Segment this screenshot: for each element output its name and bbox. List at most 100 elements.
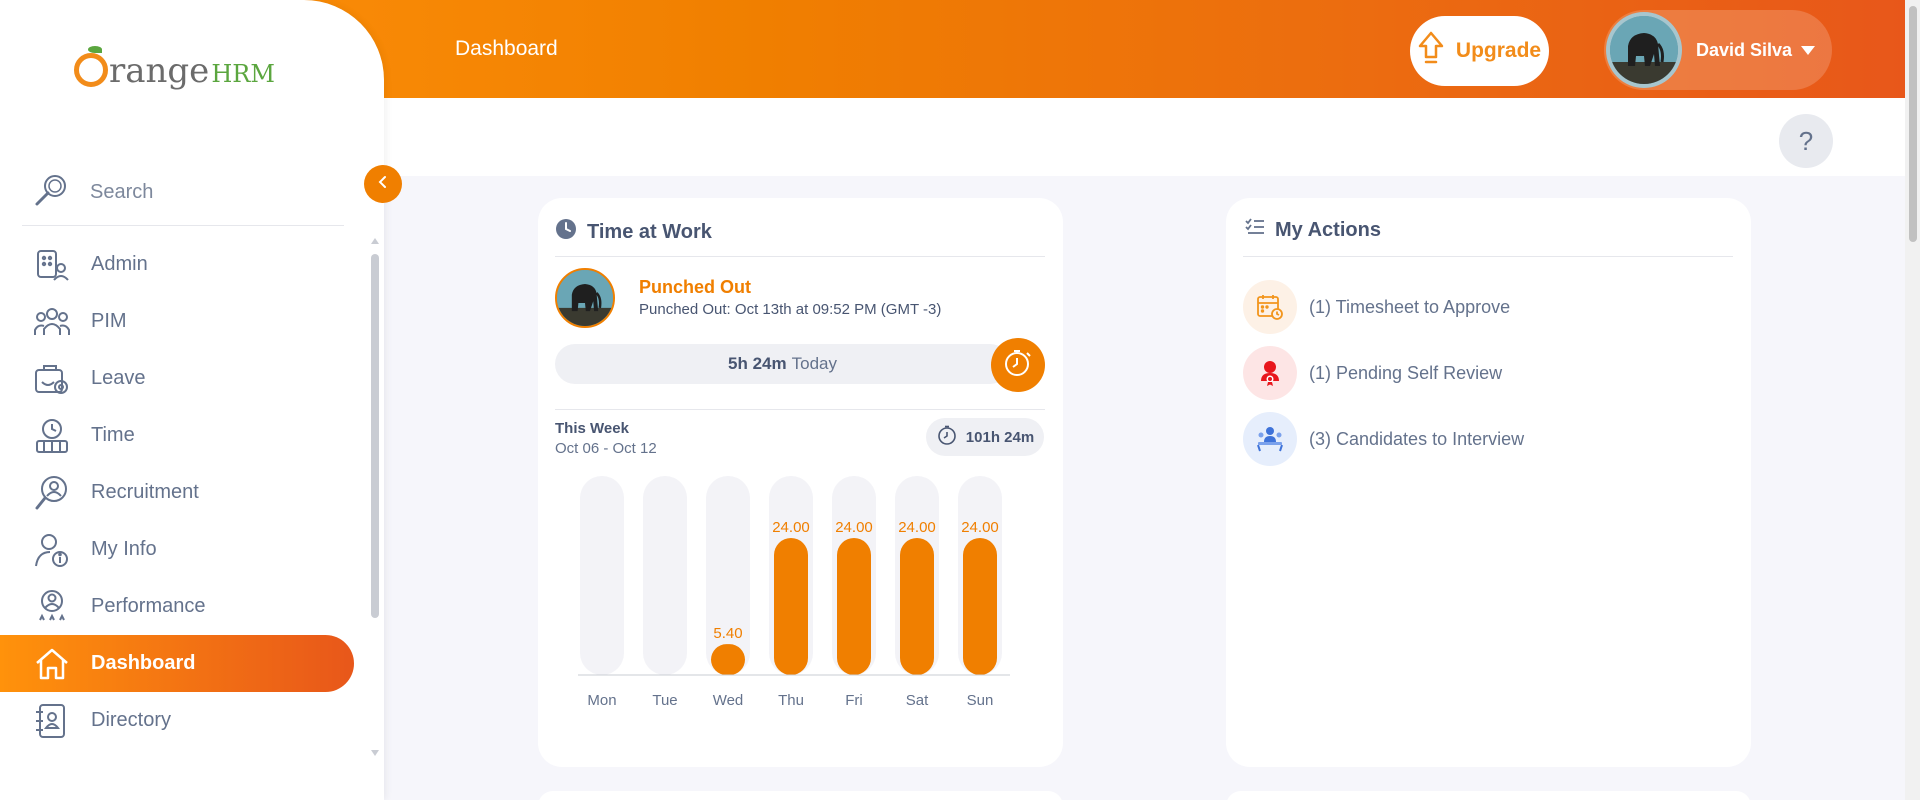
sidebar-item-label: Admin — [91, 253, 148, 275]
stopwatch-icon — [936, 424, 958, 450]
sidebar-item-pim[interactable]: PIM — [0, 293, 360, 350]
my-actions-card: My Actions (1) Timesheet to Approve (1) … — [1226, 198, 1751, 767]
sidebar-item-label: Time — [91, 424, 135, 446]
sidebar-item-label: My Info — [91, 538, 157, 560]
x-tick-label: Fri — [845, 692, 863, 709]
user-name: David Silva — [1696, 39, 1793, 60]
bar-track — [580, 476, 624, 675]
collapse-sidebar-button[interactable] — [364, 165, 402, 203]
bar — [837, 538, 871, 675]
sidebar-item-admin[interactable]: Admin — [0, 236, 360, 293]
home-icon — [34, 646, 70, 682]
sidebar-item-label: Recruitment — [91, 481, 199, 503]
sidebar-search — [22, 160, 344, 226]
recruitment-icon — [34, 475, 70, 511]
x-tick-label: Thu — [778, 692, 804, 709]
interview-icon — [1243, 412, 1297, 466]
help-button[interactable]: ? — [1779, 114, 1833, 168]
next-card — [1226, 791, 1751, 800]
upgrade-arrow-icon — [1418, 31, 1444, 72]
sidebar-nav: Admin PIM Leave Time Recruitment My Info… — [0, 236, 360, 749]
card-title: My Actions — [1245, 218, 1381, 242]
sidebar-item-performance[interactable]: Performance — [0, 578, 360, 635]
sidebar-item-label: Performance — [91, 595, 206, 617]
bar — [963, 538, 997, 675]
user-dropdown[interactable]: David Silva — [1604, 10, 1832, 90]
my-actions-title: My Actions — [1275, 218, 1381, 241]
bar-value-label: 24.00 — [898, 519, 936, 536]
leave-icon — [34, 361, 70, 397]
weekly-hours-chart: Mon Tue 5.40 Wed 24.00 Thu 24.00 Fri 24.00 Sat 24.… — [578, 476, 1010, 709]
sidebar: rangeHRM Admin PIM Leave Time Recruitmen… — [0, 0, 384, 800]
week-range: Oct 06 - Oct 12 — [555, 440, 657, 457]
search-icon — [34, 172, 70, 213]
action-timesheet-approve[interactable]: (1) Timesheet to Approve — [1243, 280, 1510, 334]
page-scrollbar[interactable] — [1905, 0, 1920, 800]
bar-value-label: 24.00 — [772, 519, 810, 536]
time-at-work-card: Time at Work Punched Out Punched Out: Oc… — [538, 198, 1063, 767]
x-tick-label: Tue — [652, 692, 677, 709]
week-total-badge: 101h 24m — [926, 418, 1044, 456]
today-hours-bar: 5h 24m Today — [555, 344, 1010, 384]
pim-icon — [34, 304, 70, 340]
clock-icon — [555, 218, 577, 246]
bar-value-label: 24.00 — [961, 519, 999, 536]
punch-detail: Punched Out: Oct 13th at 09:52 PM (GMT -… — [639, 301, 942, 318]
today-hours: 5h 24m — [728, 354, 787, 373]
time-icon — [34, 418, 70, 454]
admin-icon — [34, 247, 70, 283]
week-label: This Week — [555, 420, 629, 437]
x-tick-label: Wed — [713, 692, 744, 709]
action-text: (3) Candidates to Interview — [1309, 428, 1525, 449]
chevron-left-icon — [376, 175, 390, 194]
divider — [555, 256, 1045, 257]
sidebar-item-label: Directory — [91, 709, 172, 731]
sidebar-item-time[interactable]: Time — [0, 407, 360, 464]
my-info-icon — [34, 532, 70, 568]
x-tick-label: Sat — [906, 692, 929, 709]
sidebar-item-my-info[interactable]: My Info — [0, 521, 360, 578]
sidebar-item-label: PIM — [91, 310, 127, 332]
sidebar-item-label: Dashboard — [91, 652, 196, 674]
sidebar-item-leave[interactable]: Leave — [0, 350, 360, 407]
sidebar-item-directory[interactable]: Directory — [0, 692, 360, 749]
action-candidates-interview[interactable]: (3) Candidates to Interview — [1243, 412, 1524, 466]
performance-icon — [34, 589, 70, 625]
bar-value-label: 5.40 — [713, 625, 742, 642]
next-card — [538, 791, 1063, 800]
upgrade-button[interactable]: Upgrade — [1410, 16, 1549, 86]
sidebar-scrollbar[interactable] — [370, 238, 380, 756]
action-pending-self-review[interactable]: (1) Pending Self Review — [1243, 346, 1502, 400]
bar-track — [643, 476, 687, 675]
bar — [774, 538, 808, 675]
bar — [711, 644, 745, 675]
punch-status: Punched Out — [639, 277, 751, 297]
avatar — [1606, 12, 1682, 88]
week-total: 101h 24m — [965, 428, 1035, 446]
avatar — [555, 268, 615, 328]
chevron-down-icon — [1801, 45, 1816, 55]
sidebar-item-label: Leave — [91, 367, 146, 389]
checklist-icon — [1245, 218, 1265, 242]
page-title: Dashboard — [455, 37, 558, 60]
punch-in-button[interactable] — [991, 338, 1045, 392]
bar — [900, 538, 934, 675]
action-text: (1) Pending Self Review — [1309, 362, 1503, 383]
directory-icon — [34, 703, 70, 739]
time-at-work-title: Time at Work — [587, 220, 712, 243]
sidebar-item-recruitment[interactable]: Recruitment — [0, 464, 360, 521]
self-review-icon — [1243, 346, 1297, 400]
upgrade-label: Upgrade — [1455, 39, 1542, 62]
today-label: Today — [791, 354, 837, 373]
timesheet-icon — [1243, 280, 1297, 334]
action-text: (1) Timesheet to Approve — [1309, 296, 1511, 317]
search-input[interactable] — [90, 181, 310, 204]
stopwatch-icon — [1003, 348, 1033, 383]
orangehrm-logo: range HRM — [74, 46, 275, 91]
bar-value-label: 24.00 — [835, 519, 873, 536]
card-title: Time at Work — [555, 218, 712, 246]
x-tick-label: Sun — [967, 692, 994, 709]
divider — [1243, 256, 1733, 257]
sidebar-item-dashboard[interactable]: Dashboard — [0, 635, 354, 692]
x-tick-label: Mon — [587, 692, 616, 709]
